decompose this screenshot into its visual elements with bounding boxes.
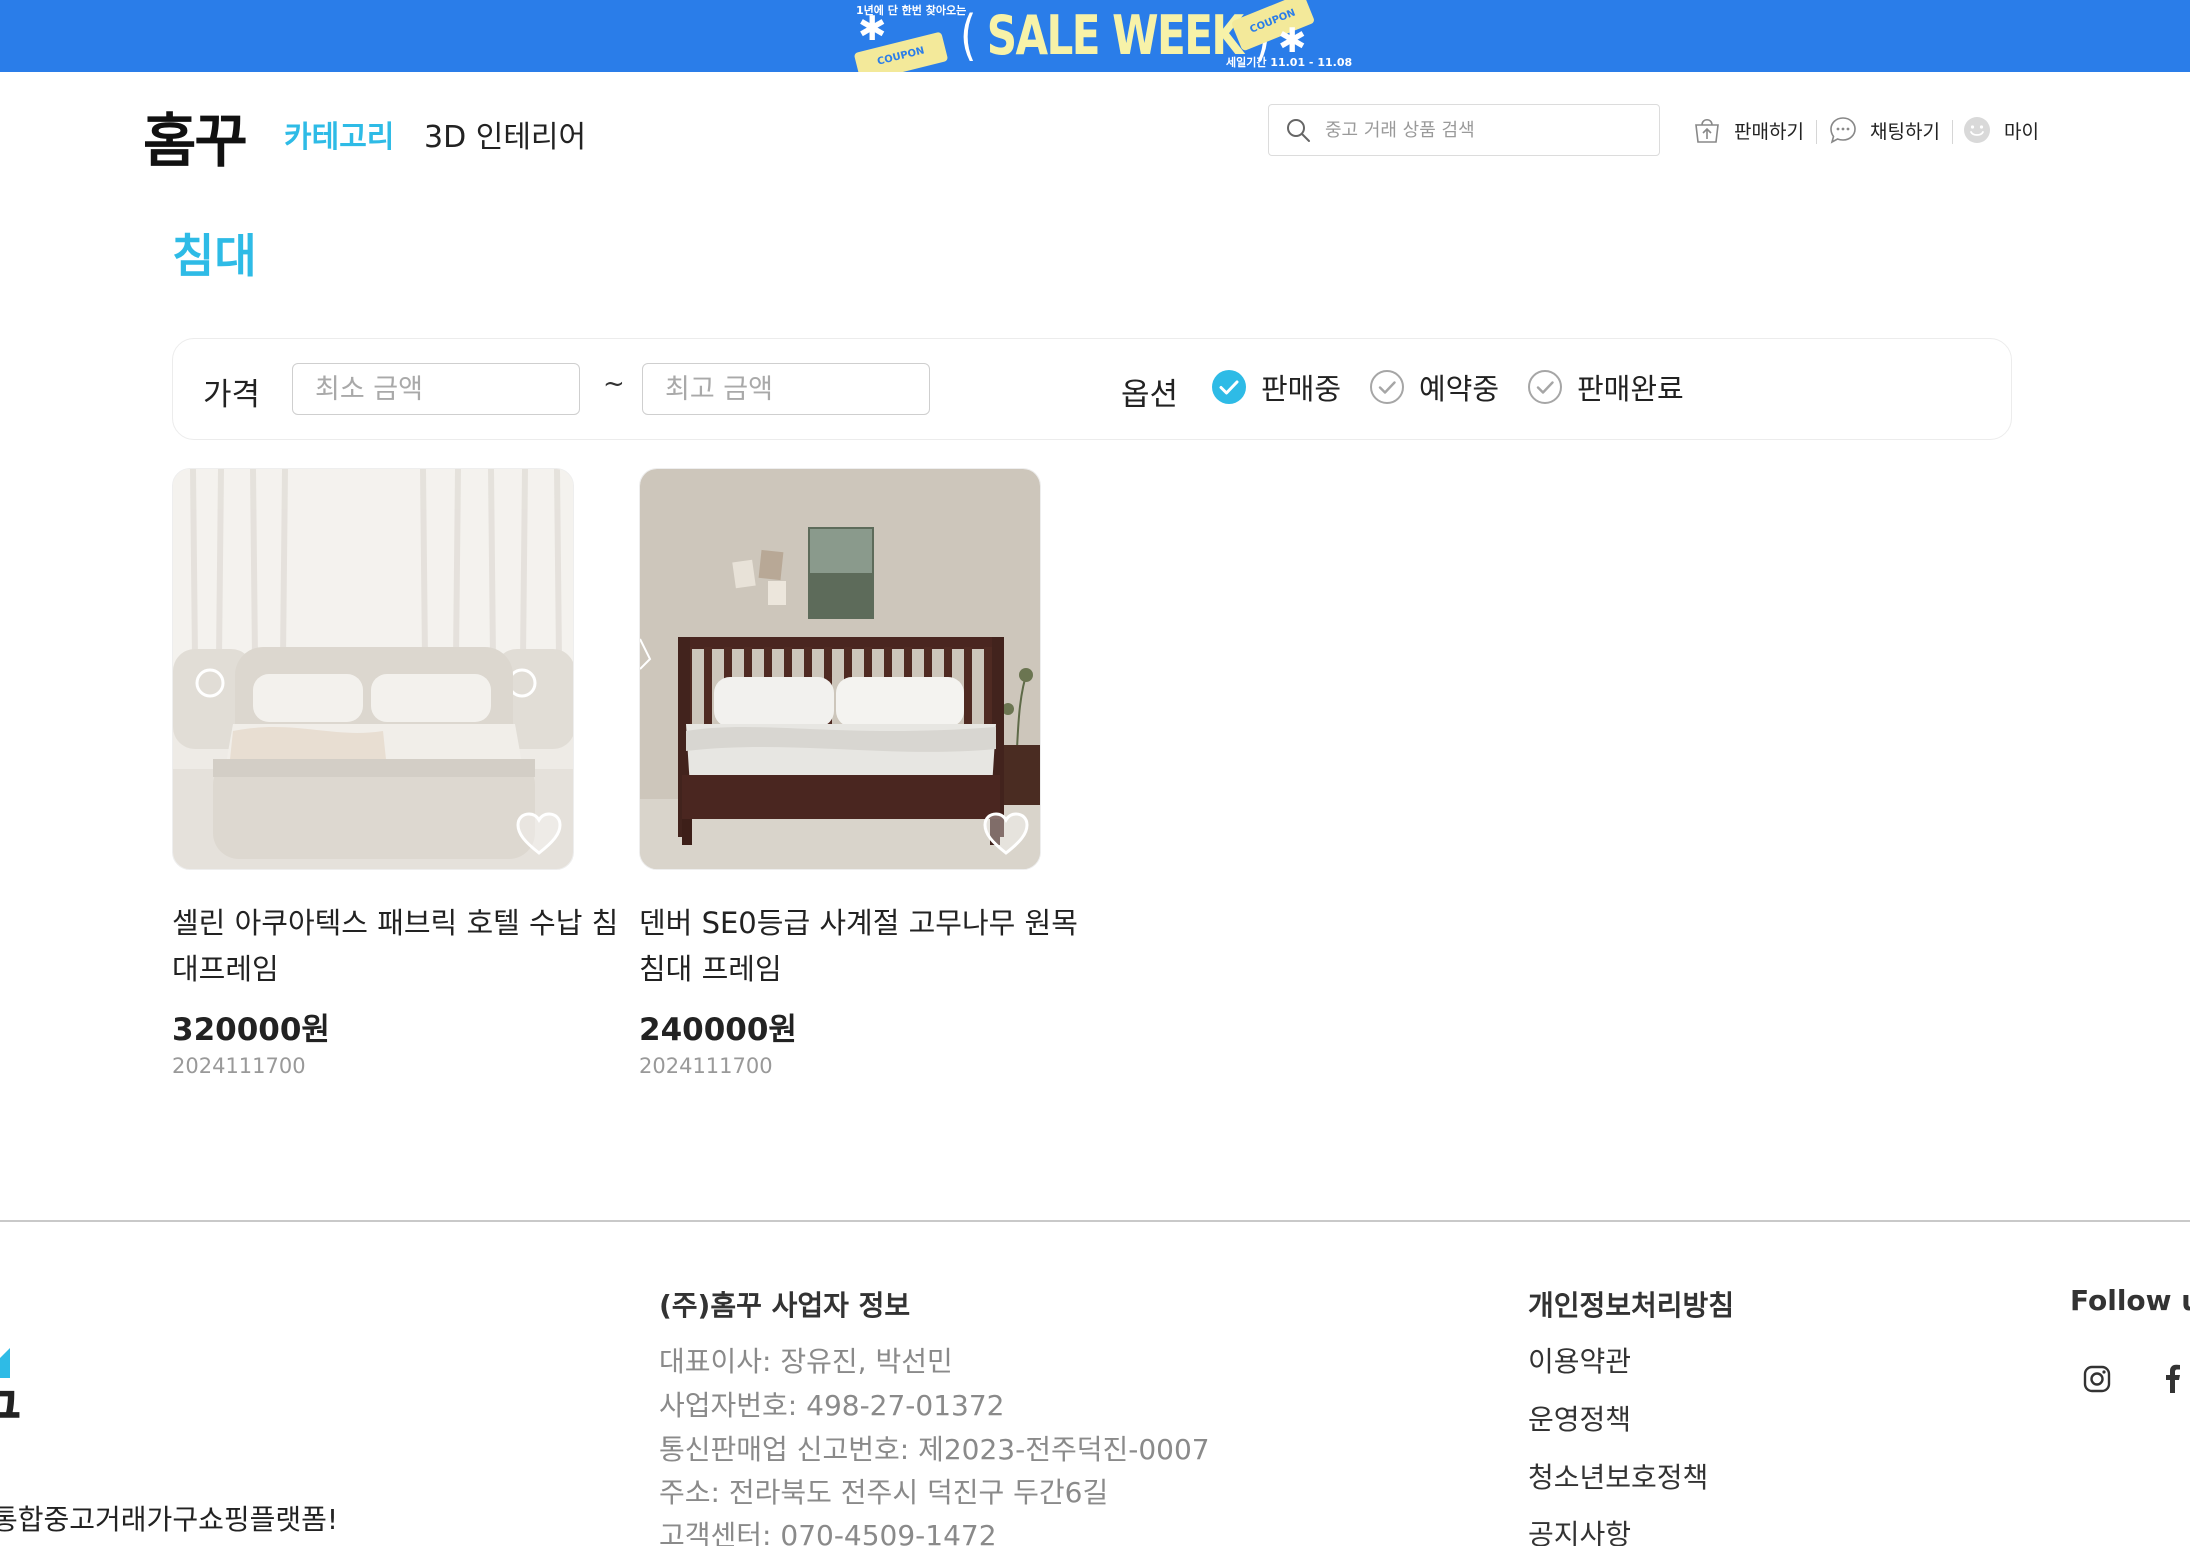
option-label: 옵션 xyxy=(1121,377,1179,413)
search-box xyxy=(1268,104,1660,156)
search-input[interactable] xyxy=(1325,113,1645,147)
sell-label: 판매하기 xyxy=(1734,120,1804,143)
instagram-icon[interactable] xyxy=(2080,1362,2114,1396)
min-price-field[interactable] xyxy=(292,363,580,415)
chat-label: 채팅하기 xyxy=(1870,120,1940,143)
header-divider xyxy=(1952,120,1953,144)
option-reserved-label: 예약중 xyxy=(1419,372,1500,406)
product-date: 2024111700 xyxy=(172,1054,306,1078)
svg-text:꾸: 꾸 xyxy=(0,1384,22,1440)
my-page-button[interactable]: 마이 xyxy=(1962,110,2039,150)
check-circle-filled-icon xyxy=(1212,370,1246,404)
option-reserved[interactable]: 예약중 xyxy=(1369,367,1499,407)
product-price: 240000원 xyxy=(639,1012,797,1048)
flower-icon: ✱ xyxy=(858,9,887,49)
product-image[interactable] xyxy=(172,468,574,870)
check-circle-outline-icon xyxy=(1528,370,1562,404)
shopping-bag-icon xyxy=(1695,118,1719,143)
product-title[interactable]: 셀린 아쿠아텍스 패브릭 호텔 수납 침대프레임 xyxy=(172,900,622,992)
company-reg-number: 사업자번호: 498-27-01372 xyxy=(659,1389,1005,1422)
footer-divider xyxy=(0,1220,2190,1222)
nav-category[interactable]: 카테고리 xyxy=(284,112,394,156)
chat-button[interactable]: 채팅하기 xyxy=(1828,110,1940,150)
check-circle-outline-icon xyxy=(1370,370,1404,404)
company-ceo: 대표이사: 장유진, 박선민 xyxy=(659,1345,953,1378)
facebook-icon[interactable] xyxy=(2156,1362,2190,1396)
terms-link[interactable]: 이용약관 xyxy=(1528,1340,1631,1380)
filter-bar: 가격 ~ 옵션 판매중 예약중 판매완료 xyxy=(172,338,2012,440)
product-date: 2024111700 xyxy=(639,1054,773,1078)
footer-slogan: 통합중고거래가구쇼핑플랫폼! xyxy=(0,1503,339,1536)
header-divider xyxy=(1816,120,1817,144)
product-title[interactable]: 덴버 SE0등급 사계절 고무나무 원목침대 프레임 xyxy=(639,900,1089,992)
notice-link[interactable]: 공지사항 xyxy=(1528,1513,1631,1546)
wooden-bed-photo xyxy=(640,469,1040,869)
page-title: 침대 xyxy=(172,229,257,283)
chat-bubble-icon xyxy=(1830,117,1856,144)
nav-3d-interior[interactable]: 3D 인테리어 xyxy=(424,112,586,156)
flower-icon: ✱ xyxy=(1278,21,1307,61)
option-on-sale[interactable]: 판매중 xyxy=(1211,367,1341,407)
my-label: 마이 xyxy=(2004,120,2039,143)
sell-button[interactable]: 판매하기 xyxy=(1692,110,1804,150)
option-sold-out[interactable]: 판매완료 xyxy=(1527,367,1684,407)
product-card[interactable]: 덴버 SE0등급 사계절 고무나무 원목침대 프레임 240000원 20241… xyxy=(639,468,1079,1078)
smiley-icon xyxy=(1964,117,1990,143)
company-address: 주소: 전라북도 전주시 덕진구 두간6길 xyxy=(659,1476,1109,1509)
price-label: 가격 xyxy=(203,377,261,413)
option-sold-out-label: 판매완료 xyxy=(1577,372,1684,406)
max-price-field[interactable] xyxy=(642,363,930,415)
product-price: 320000원 xyxy=(172,1012,330,1048)
range-separator: ~ xyxy=(603,369,625,399)
search-icon[interactable] xyxy=(1285,117,1311,143)
operation-policy-link[interactable]: 운영정책 xyxy=(1528,1398,1631,1438)
option-on-sale-label: 판매중 xyxy=(1261,372,1342,406)
product-image[interactable] xyxy=(639,468,1041,870)
max-price-input[interactable] xyxy=(643,364,929,414)
heart-icon[interactable] xyxy=(515,811,563,857)
product-card[interactable]: 셀린 아쿠아텍스 패브릭 호텔 수납 침대프레임 320000원 2024111… xyxy=(172,468,618,1078)
min-price-input[interactable] xyxy=(293,364,579,414)
site-logo[interactable]: 홈꾸 xyxy=(143,94,248,178)
company-customer-center: 고객센터: 070-4509-1472 xyxy=(659,1519,997,1546)
footer-logo-icon: 꾸 xyxy=(0,1348,22,1440)
youth-policy-link[interactable]: 청소년보호정책 xyxy=(1528,1456,1708,1496)
privacy-policy-link[interactable]: 개인정보처리방침 xyxy=(1528,1284,1734,1324)
sale-week-banner[interactable]: 1년에 단 한번 찾아오는 ✱ COUPON ( SALE WEEK ) COU… xyxy=(0,0,2190,72)
follow-us-title: Follow us xyxy=(2070,1284,2190,1317)
site-header: 홈꾸 카테고리 3D 인테리어 판매하기 채팅하기 마이 xyxy=(0,72,2190,192)
company-info-title: (주)홈꾸 사업자 정보 xyxy=(659,1289,911,1322)
banner-title: ( SALE WEEK ) xyxy=(960,4,1271,67)
white-fabric-bed-photo xyxy=(173,469,573,869)
banner-period: 세일기간 11.01 - 11.08 xyxy=(1226,56,1353,69)
heart-icon[interactable] xyxy=(982,811,1030,857)
company-mail-order-number: 통신판매업 신고번호: 제2023-전주덕진-0007 xyxy=(659,1433,1210,1466)
